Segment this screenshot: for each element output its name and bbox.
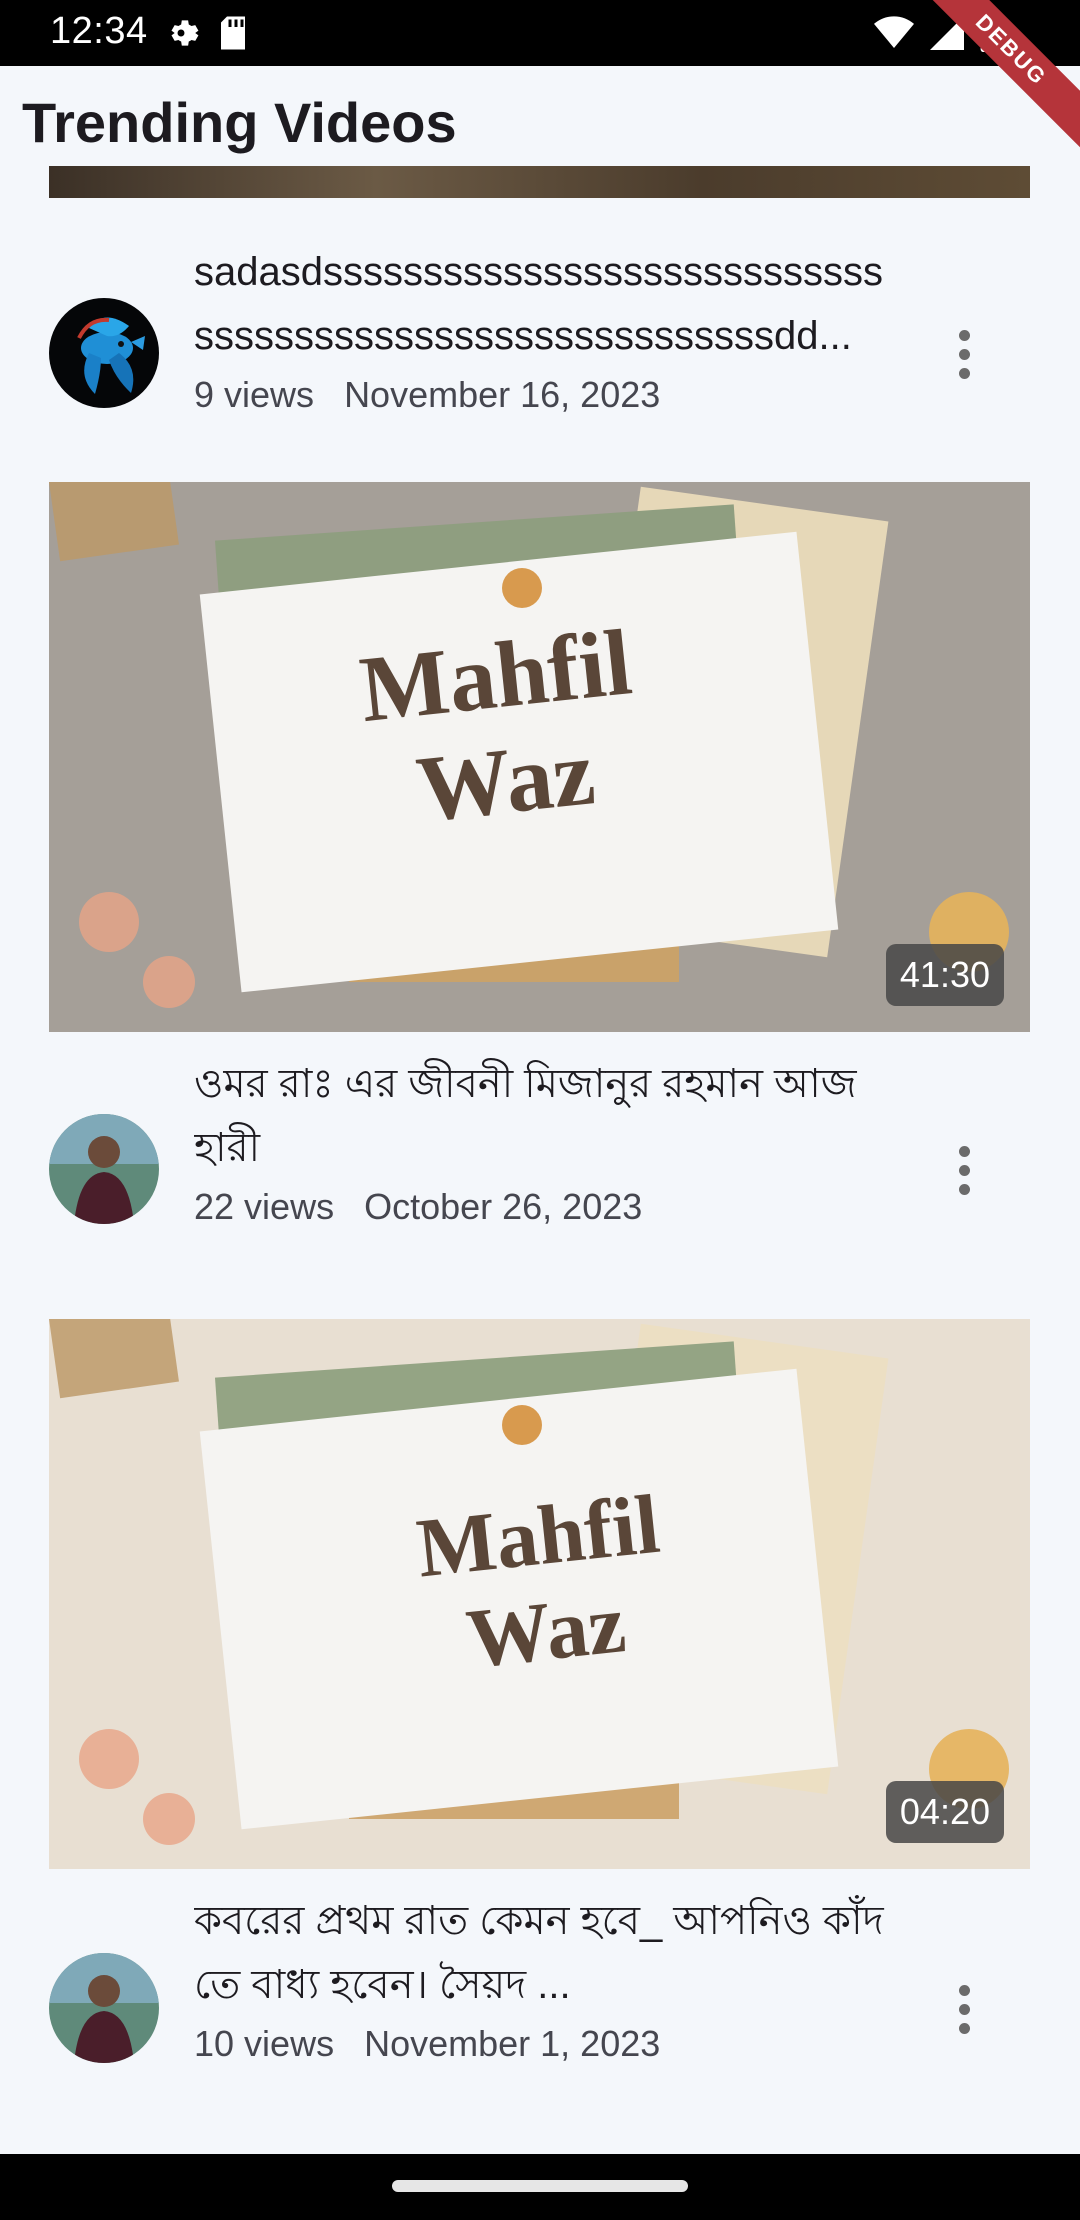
duration-badge: 41:30 xyxy=(885,944,1004,1006)
channel-avatar[interactable] xyxy=(49,1953,159,2063)
video-info-row[interactable]: কবরের প্রথম রাত কেমন হবে_ আপনিও কাঁদতে ব… xyxy=(0,1899,1080,2093)
video-thumbnail[interactable] xyxy=(49,166,1030,198)
video-title[interactable]: sadasdssssssssssssssssssssssssssssssssss… xyxy=(194,240,899,368)
page-title: Trending Videos xyxy=(22,91,457,154)
sd-card-icon xyxy=(221,16,245,50)
duration-badge: 04:20 xyxy=(885,1781,1004,1843)
more-options-button[interactable] xyxy=(944,324,984,384)
view-count: 10 views xyxy=(194,2023,335,2064)
thumbnail-text: Waz xyxy=(412,720,599,842)
system-nav-bar xyxy=(0,2154,1080,2220)
video-meta: 10 views November 1, 2023 xyxy=(194,2023,660,2065)
settings-icon xyxy=(171,20,199,46)
video-meta: 9 views November 16, 2023 xyxy=(194,374,660,416)
video-thumbnail[interactable]: Mahfil Waz 41:30 xyxy=(49,482,1030,1032)
status-bar: 12:34 xyxy=(0,0,1080,66)
thumbnail-text: Waz xyxy=(462,1577,630,1686)
view-count: 22 views xyxy=(194,1186,335,1227)
more-vert-icon xyxy=(958,329,970,341)
video-title[interactable]: ওমর রাঃ এর জীবনী মিজানুর রহমান আজহারী xyxy=(194,1052,899,1180)
more-vert-icon xyxy=(958,1145,970,1157)
home-gesture-handle[interactable] xyxy=(392,2180,688,2192)
upload-date: November 16, 2023 xyxy=(344,374,661,415)
video-info-row[interactable]: sadasdssssssssssssssssssssssssssssssssss… xyxy=(0,240,1080,420)
channel-avatar[interactable] xyxy=(49,1114,159,1224)
view-count: 9 views xyxy=(194,374,315,415)
status-time: 12:34 xyxy=(50,10,148,52)
app-bar: Trending Videos xyxy=(0,66,1080,166)
video-meta: 22 views October 26, 2023 xyxy=(194,1186,642,1228)
video-info-row[interactable]: ওমর রাঃ এর জীবনী মিজানুর রহমান আজহারী 22… xyxy=(0,1062,1080,1256)
more-options-button[interactable] xyxy=(944,1979,984,2039)
video-feed[interactable]: sadasdssssssssssssssssssssssssssssssssss… xyxy=(0,166,1080,2154)
wifi-icon xyxy=(874,16,914,48)
upload-date: November 1, 2023 xyxy=(364,2023,661,2064)
more-options-button[interactable] xyxy=(944,1140,984,1200)
video-thumbnail[interactable]: Mahfil Waz 04:20 xyxy=(49,1319,1030,1869)
channel-avatar[interactable] xyxy=(49,298,159,408)
upload-date: October 26, 2023 xyxy=(364,1186,643,1227)
video-title[interactable]: কবরের প্রথম রাত কেমন হবে_ আপনিও কাঁদতে ব… xyxy=(194,1889,899,2017)
more-vert-icon xyxy=(958,1984,970,1996)
